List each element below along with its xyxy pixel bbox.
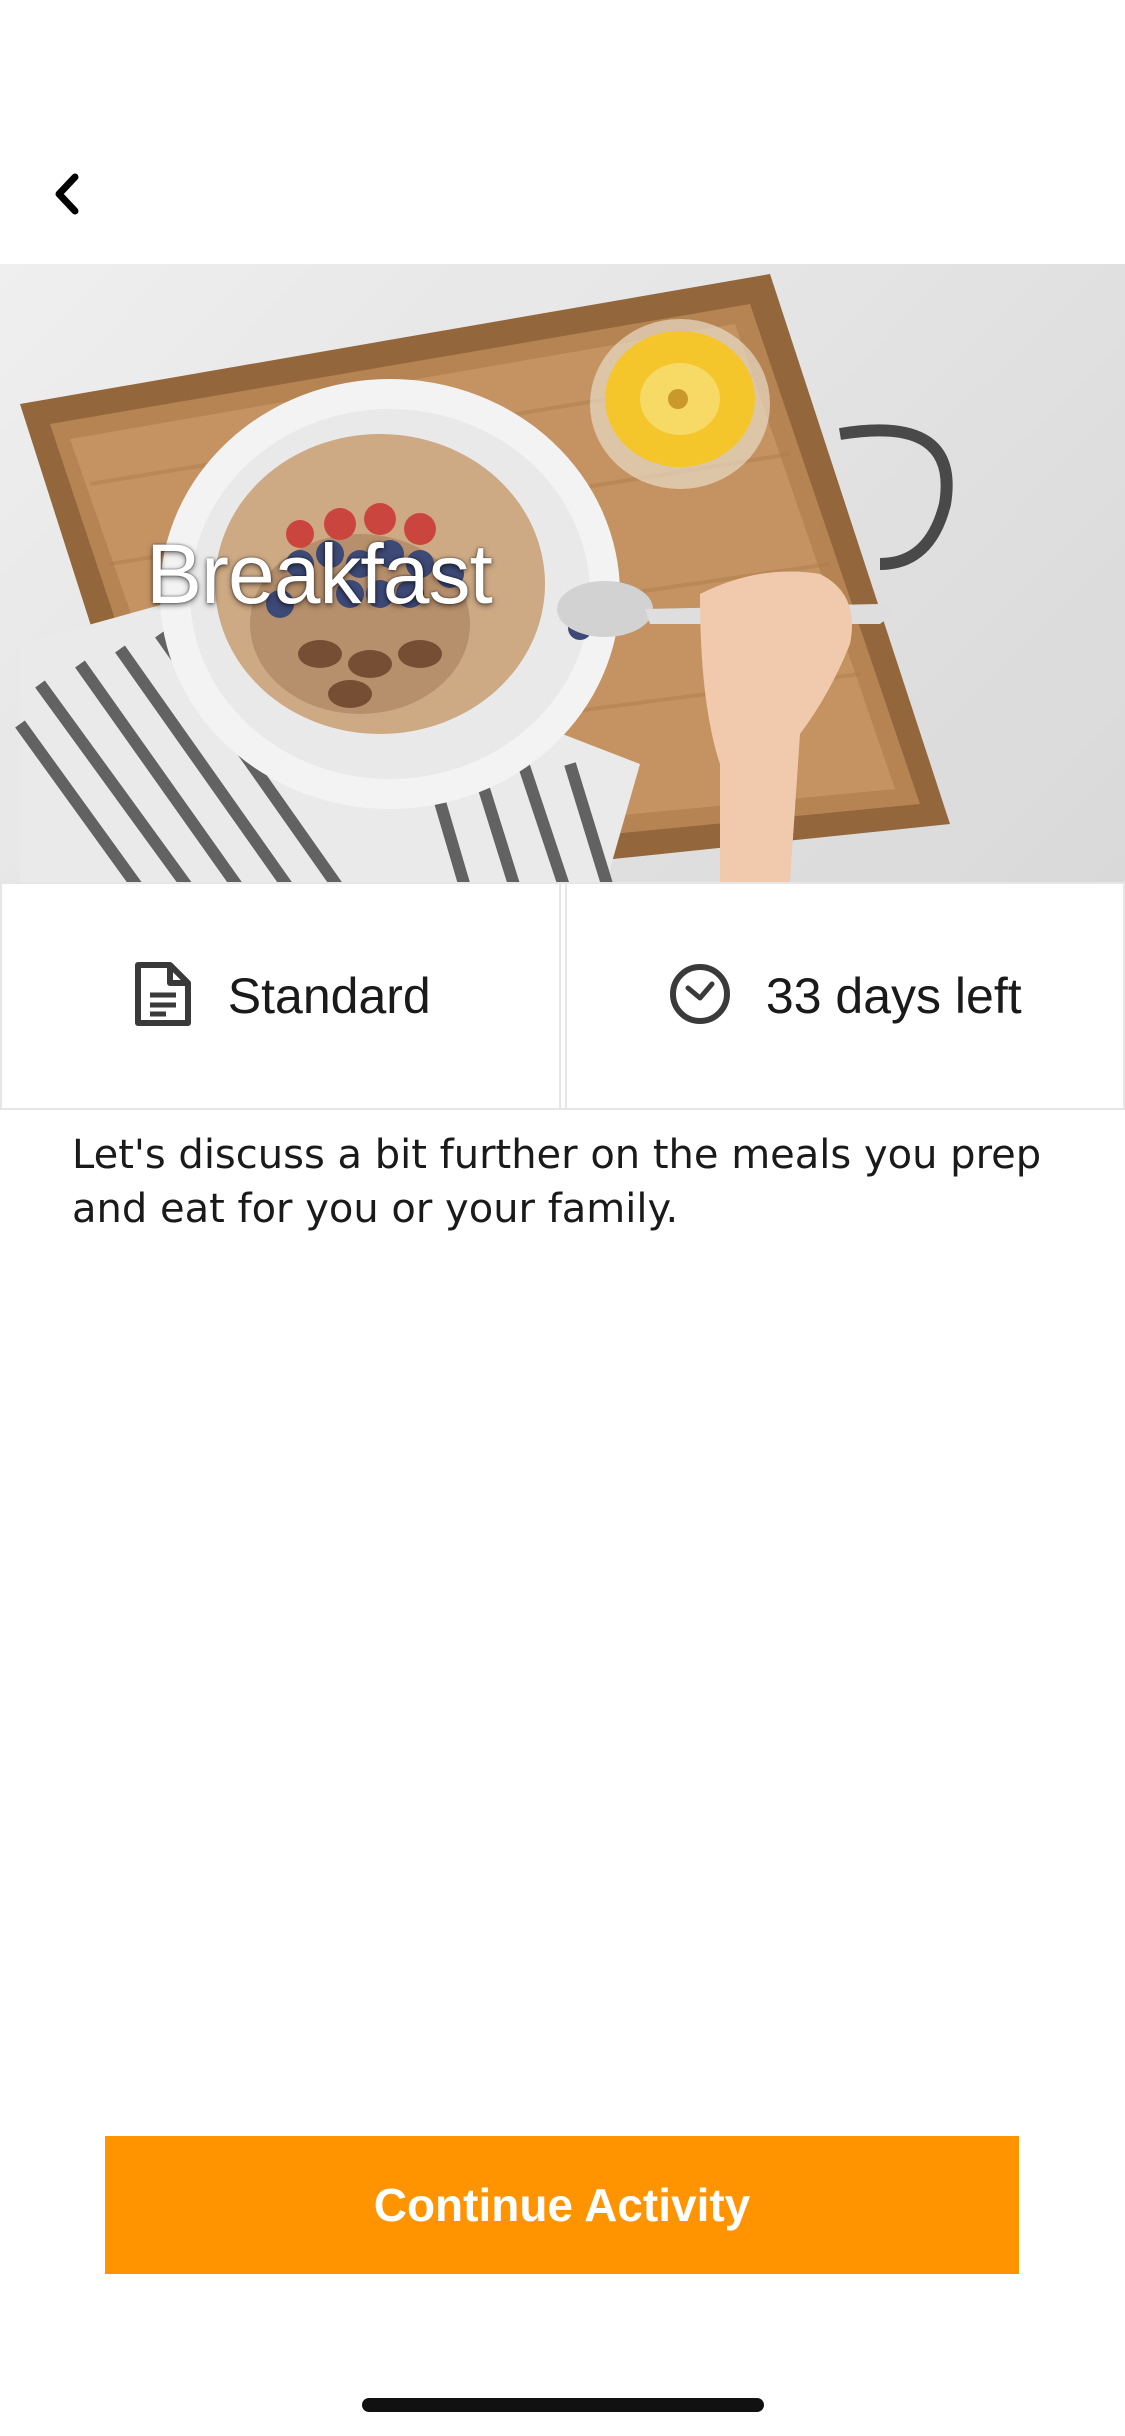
info-row: Standard 33 days left: [0, 882, 1125, 1110]
continue-activity-button[interactable]: Continue Activity: [105, 2136, 1019, 2274]
chevron-left-icon: [53, 173, 83, 220]
document-icon: [130, 961, 194, 1032]
type-label: Standard: [227, 968, 431, 1024]
back-button[interactable]: [40, 168, 96, 224]
activity-description: Let's discuss a bit further on the meals…: [72, 1132, 1042, 1232]
hero-banner: Breakfast: [0, 264, 1125, 882]
hero-title: Breakfast: [146, 527, 493, 621]
type-cell: Standard: [0, 884, 561, 1108]
time-cell: 33 days left: [564, 884, 1125, 1108]
home-indicator: [362, 2398, 764, 2412]
time-left-label: 33 days left: [765, 968, 1022, 1024]
clock-icon: [668, 962, 732, 1031]
